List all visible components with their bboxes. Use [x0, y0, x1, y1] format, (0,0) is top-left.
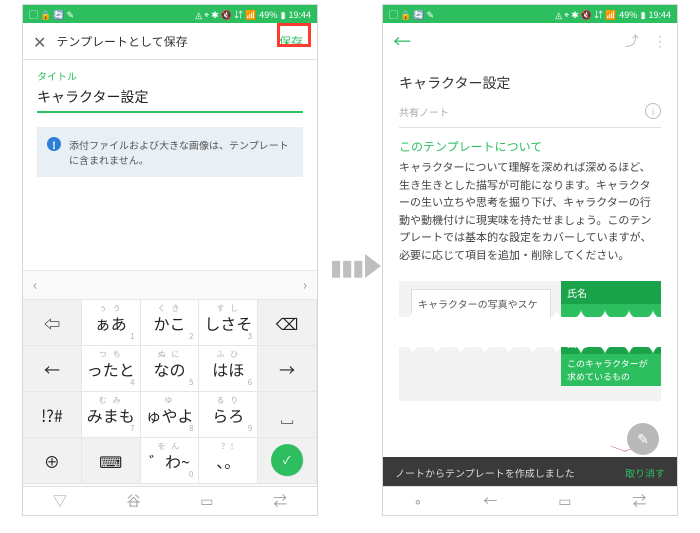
keyboard-key[interactable]: ␣ — [258, 392, 317, 438]
status-bar: ▢ 🔒 🔄 ✎ ◬ ⌖ ✱ 🔇 ⇵ 📶 49% ▮ 19:44 — [383, 5, 677, 23]
keyboard-key[interactable]: を ん゛わ~0 — [141, 438, 200, 484]
phone-left: ▢ 🔒 🔄 ✎ ◬ ⌖ ✱ 🔇 ⇵ 📶 49% ▮ 19:44 ✕ テンプレート… — [22, 4, 318, 516]
title-field-label: タイトル — [23, 60, 317, 83]
edit-fab[interactable]: ✎ — [627, 423, 659, 455]
content-cut-wave — [399, 317, 661, 347]
header-title: テンプレートとして保存 — [56, 33, 265, 50]
keyboard-key[interactable]: ? !、。 — [199, 438, 258, 484]
save-highlight-box — [277, 23, 311, 47]
keyboard-suggest-bar: ‹ › — [23, 271, 317, 299]
keyboard-key[interactable]: ← — [23, 346, 82, 392]
status-bar: ▢ 🔒 🔄 ✎ ◬ ⌖ ✱ 🔇 ⇵ 📶 49% ▮ 19:44 — [23, 5, 317, 23]
green-field-motive-sub: このキャラクターが求めているもの — [561, 354, 661, 386]
share-label: 共有ノート — [399, 104, 449, 119]
status-icons: ◬ ⌖ ✱ 🔇 ⇵ 📶 — [555, 8, 616, 21]
green-field-name: 氏名 — [561, 281, 661, 304]
clock: 19:44 — [289, 8, 311, 21]
soft-keyboard: ‹ › ⇦ぅ うぁあ1く きかこ2す ししさそ3⌫ ←つ ちったと4ぬ になの5ふ… — [23, 270, 317, 487]
about-body: キャラクターについて理解を深めれば深めるほど、生き生きとした描写が可能になります… — [399, 159, 661, 265]
info-text: 添付ファイルおよび大きな画像は、テンプレートに含まれません。 — [69, 137, 293, 167]
snackbar-undo-button[interactable]: 取り消す — [625, 465, 665, 480]
nav-home[interactable]: ▭ — [200, 491, 213, 511]
nav-back[interactable]: ← — [483, 491, 497, 511]
keyboard-key[interactable]: ✓ — [258, 438, 317, 484]
keyboard-key[interactable]: ⇦ — [23, 300, 82, 346]
battery-icon: ▮ — [281, 8, 286, 21]
keyboard-key[interactable]: る りらろ9 — [199, 392, 258, 438]
keyboard-key[interactable]: ふ ひはほ6 — [199, 346, 258, 392]
keyboard-key[interactable]: → — [258, 346, 317, 392]
battery-pct: 49% — [259, 8, 277, 21]
keyboard-key[interactable]: ゆゅやよ8 — [141, 392, 200, 438]
keyboard-key[interactable]: ⊕ — [23, 438, 82, 484]
template-preview-area: キャラクターの写真やスケッ 氏名 方 動機: このキャラクターが求めているもの — [399, 281, 661, 401]
share-icon[interactable]: ⤴ — [625, 31, 639, 51]
android-navbar: ▽ ⾕ ▭ ⇄ — [23, 486, 317, 515]
keyboard-key[interactable]: つ ちったと4 — [82, 346, 141, 392]
phone-right: ▢ 🔒 🔄 ✎ ◬ ⌖ ✱ 🔇 ⇵ 📶 49% ▮ 19:44 ← ⤴ ⋮ キャ… — [382, 4, 678, 516]
keyboard-key[interactable]: ぬ になの5 — [141, 346, 200, 392]
keyboard-key[interactable]: ⌨ — [82, 438, 141, 484]
chevron-left-icon[interactable]: ‹ — [33, 275, 37, 295]
status-icons: ◬ ⌖ ✱ 🔇 ⇵ 📶 — [195, 8, 256, 21]
snackbar: ノートからテンプレートを作成しました 取り消す — [383, 457, 677, 487]
keyboard-key[interactable]: ぅ うぁあ1 — [82, 300, 141, 346]
info-circle-icon[interactable]: i — [645, 103, 661, 119]
nav-home[interactable]: ▭ — [558, 491, 571, 511]
battery-pct: 49% — [619, 8, 637, 21]
app-header: ✕ テンプレートとして保存 保存 — [23, 23, 317, 60]
close-icon[interactable]: ✕ — [33, 33, 46, 49]
android-navbar: ∘ ← ▭ ⇄ — [383, 486, 677, 515]
nav-hide-kbd[interactable]: ▽ — [53, 491, 67, 511]
clock: 19:44 — [649, 8, 671, 21]
about-heading: このテンプレートについて — [399, 138, 661, 155]
status-left-icons: ▢ 🔒 🔄 ✎ — [29, 8, 74, 21]
battery-icon: ▮ — [641, 8, 646, 21]
transition-arrow: ▮▮▮ — [330, 250, 381, 282]
template-title-input[interactable] — [37, 85, 303, 113]
info-icon: ! — [47, 137, 61, 151]
keyboard-key[interactable]: く きかこ2 — [141, 300, 200, 346]
app-header: ← ⤴ ⋮ — [383, 23, 677, 59]
status-left-icons: ▢ 🔒 🔄 ✎ — [389, 8, 434, 21]
nav-menu[interactable]: ∘ — [414, 491, 423, 511]
nav-back[interactable]: ⾕ — [127, 491, 141, 511]
overflow-icon[interactable]: ⋮ — [653, 31, 667, 51]
info-banner: ! 添付ファイルおよび大きな画像は、テンプレートに含まれません。 — [37, 127, 303, 177]
snackbar-text: ノートからテンプレートを作成しました — [395, 465, 575, 480]
keyboard-key[interactable]: む みみまも7 — [82, 392, 141, 438]
chevron-right-icon[interactable]: › — [303, 275, 307, 295]
keyboard-key[interactable]: ⌫ — [258, 300, 317, 346]
nav-recents[interactable]: ⇄ — [273, 491, 287, 511]
back-arrow-icon[interactable]: ← — [393, 28, 411, 54]
keyboard-key[interactable]: !?# — [23, 392, 82, 438]
keyboard-key[interactable]: す ししさそ3 — [199, 300, 258, 346]
nav-recents[interactable]: ⇄ — [633, 491, 647, 511]
share-notebook-row[interactable]: 共有ノート i — [399, 103, 661, 128]
note-title: キャラクター設定 — [399, 73, 661, 93]
